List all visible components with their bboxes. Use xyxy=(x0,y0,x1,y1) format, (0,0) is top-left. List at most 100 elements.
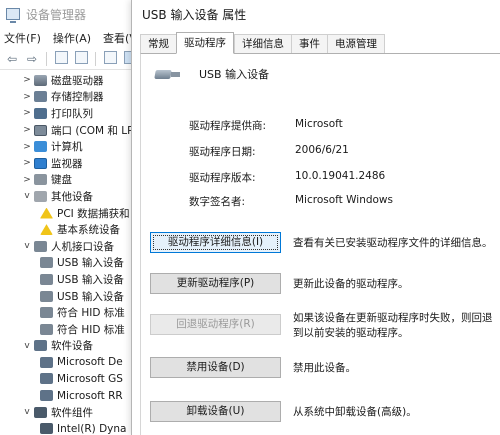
tab-details[interactable]: 详细信息 xyxy=(234,34,291,54)
hid-icon xyxy=(34,240,47,252)
tree-category[interactable]: v 软件设备 xyxy=(0,338,150,355)
tree-item-label: 符合 HID 标准 xyxy=(57,307,125,320)
tree-device[interactable]: 符合 HID 标准 xyxy=(0,321,150,338)
toolbar: ⇦ ⇨ xyxy=(0,48,149,70)
tree-item-label: 磁盘驱动器 xyxy=(51,74,104,87)
tree-device[interactable]: Microsoft RR xyxy=(0,387,150,404)
driver-provider-label: 驱动程序提供商: xyxy=(189,120,267,132)
help-icon[interactable] xyxy=(73,50,89,67)
tree-device[interactable]: USB 输入设备 xyxy=(0,288,150,305)
chevron-down-icon[interactable]: v xyxy=(22,407,32,417)
driver-version-label: 驱动程序版本: xyxy=(189,172,256,184)
tree-item-label: 端口 (COM 和 LP xyxy=(51,124,134,137)
soft-icon xyxy=(40,373,53,385)
driver-details-button[interactable]: 驱动程序详细信息(I) xyxy=(150,232,281,253)
uninstall-device-button[interactable]: 卸载设备(U) xyxy=(150,401,281,422)
tree-item-label: Intel(R) Dyna xyxy=(57,422,127,435)
menu-bar: 文件(F) 操作(A) 查看(V) xyxy=(0,28,149,48)
device-manager-titlebar: 设备管理器 xyxy=(0,0,149,28)
chevron-right-icon[interactable]: > xyxy=(22,92,32,102)
roll-back-driver-button[interactable]: 回退驱动程序(R) xyxy=(150,314,281,335)
tree-category[interactable]: > 监视器 xyxy=(0,155,150,172)
dialog-title: USB 输入设备 属性 xyxy=(142,8,247,22)
driver-version-value: 10.0.19041.2486 xyxy=(295,170,386,182)
tree-item-label: 基本系统设备 xyxy=(57,224,120,237)
driver-version-row: 驱动程序版本: 10.0.19041.2486 xyxy=(189,170,385,185)
chevron-right-icon[interactable]: > xyxy=(22,125,32,135)
tree-device[interactable]: USB 输入设备 xyxy=(0,271,150,288)
chevron-down-icon[interactable]: v xyxy=(22,241,32,251)
tab-driver[interactable]: 驱动程序 xyxy=(176,32,234,54)
tree-device[interactable]: Microsoft De xyxy=(0,354,150,371)
tree-item-label: Microsoft GS xyxy=(57,372,123,385)
tree-device[interactable]: Intel(R) Dyna xyxy=(0,420,150,435)
tree-category[interactable]: > 计算机 xyxy=(0,138,150,155)
soft-icon xyxy=(40,390,53,402)
back-icon[interactable]: ⇦ xyxy=(4,51,20,67)
driver-date-label: 驱动程序日期: xyxy=(189,146,256,158)
refresh-icon[interactable] xyxy=(102,50,118,67)
tree-item-label: 监视器 xyxy=(51,157,83,170)
tree-category[interactable]: > 键盘 xyxy=(0,172,150,189)
digital-signer-row: 数字签名者: Microsoft Windows xyxy=(189,194,393,209)
driver-tab-panel: USB 输入设备 驱动程序提供商: Microsoft 驱动程序日期: 2006… xyxy=(140,53,500,435)
tab-power-management[interactable]: 电源管理 xyxy=(327,34,385,54)
port-icon xyxy=(34,124,47,136)
chevron-down-icon[interactable]: v xyxy=(22,191,32,201)
tree-category[interactable]: > 打印队列 xyxy=(0,105,150,122)
chip-icon xyxy=(34,406,47,418)
tree-item-label: 人机接口设备 xyxy=(51,240,114,253)
tree-category[interactable]: v 软件组件 xyxy=(0,404,150,421)
chevron-right-icon[interactable]: > xyxy=(22,108,32,118)
disable-device-button[interactable]: 禁用设备(D) xyxy=(150,357,281,378)
tree-item-label: 计算机 xyxy=(51,141,83,154)
tree-item-label: 存储控制器 xyxy=(51,91,104,104)
tree-category[interactable]: v 人机接口设备 xyxy=(0,238,150,255)
hid-icon xyxy=(40,290,53,302)
toolbar-separator xyxy=(95,51,96,66)
other-icon xyxy=(34,190,47,202)
driver-date-row: 驱动程序日期: 2006/6/21 xyxy=(189,144,349,159)
tree-category[interactable]: > 磁盘驱动器 xyxy=(0,72,150,89)
storage-icon xyxy=(34,91,47,103)
menu-file[interactable]: 文件(F) xyxy=(4,30,41,46)
tree-item-label: 打印队列 xyxy=(51,107,93,120)
warn-icon xyxy=(40,224,53,236)
tree-item-label: 其他设备 xyxy=(51,190,93,203)
forward-icon[interactable]: ⇨ xyxy=(24,51,40,67)
tree-device[interactable]: USB 输入设备 xyxy=(0,255,150,272)
tree-item-label: USB 输入设备 xyxy=(57,290,124,303)
disable-device-desc: 禁用此设备。 xyxy=(293,362,356,374)
chevron-right-icon[interactable]: > xyxy=(22,75,32,85)
tree-item-label: PCI 数据捕获和 xyxy=(57,207,130,220)
driver-date-value: 2006/6/21 xyxy=(295,144,349,156)
chevron-right-icon[interactable]: > xyxy=(22,175,32,185)
chevron-right-icon[interactable]: > xyxy=(22,142,32,152)
chevron-down-icon[interactable]: v xyxy=(22,341,32,351)
chevron-right-icon[interactable]: > xyxy=(22,158,32,168)
hid-icon xyxy=(40,273,53,285)
tree-category[interactable]: v 其他设备 xyxy=(0,188,150,205)
tree-item-label: 软件组件 xyxy=(51,406,93,419)
update-driver-desc: 更新此设备的驱动程序。 xyxy=(293,278,409,290)
hid-icon xyxy=(40,257,53,269)
menu-action[interactable]: 操作(A) xyxy=(53,30,91,46)
update-driver-button[interactable]: 更新驱动程序(P) xyxy=(150,273,281,294)
soft-icon xyxy=(40,356,53,368)
tree-device[interactable]: 基本系统设备 xyxy=(0,221,150,238)
tab-events[interactable]: 事件 xyxy=(291,34,327,54)
roll-back-driver-desc: 如果该设备在更新驱动程序时失败，则回退到以前安装的驱动程序。 xyxy=(293,312,493,339)
tree-device[interactable]: 符合 HID 标准 xyxy=(0,304,150,321)
device-header: USB 输入设备 xyxy=(154,66,270,82)
tree-item-label: Microsoft De xyxy=(57,356,123,369)
tab-general[interactable]: 常规 xyxy=(140,34,176,54)
tree-category[interactable]: > 端口 (COM 和 LP xyxy=(0,122,150,139)
tree-item-label: USB 输入设备 xyxy=(57,273,124,286)
tree-category[interactable]: > 存储控制器 xyxy=(0,89,150,106)
tree-device[interactable]: Microsoft GS xyxy=(0,371,150,388)
warn-icon xyxy=(40,207,53,219)
device-name: USB 输入设备 xyxy=(199,68,270,81)
keyboard-icon xyxy=(34,174,47,186)
properties-icon[interactable] xyxy=(53,50,69,67)
tree-device[interactable]: PCI 数据捕获和 xyxy=(0,205,150,222)
